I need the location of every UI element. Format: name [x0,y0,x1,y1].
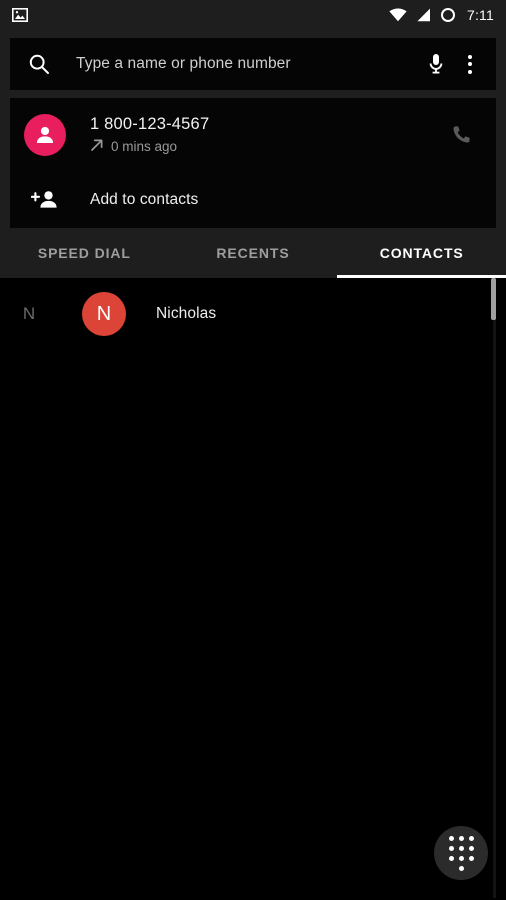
phone-call-icon[interactable] [440,123,482,147]
overflow-dot [468,54,472,59]
dialpad-icon [448,835,474,871]
recent-call-card: 1 800-123-4567 0 mins ago Add to contact… [10,98,496,228]
scrollbar-thumb[interactable] [491,278,496,320]
wifi-icon [389,8,407,22]
dialpad-dot [448,855,454,861]
dialpad-dot [458,835,464,841]
add-to-contacts-row[interactable]: Add to contacts [10,172,496,228]
status-clock: 7:11 [466,7,494,23]
overflow-dot [468,62,472,66]
dialpad-dot [448,835,454,841]
search-input[interactable]: Type a name or phone number [76,55,418,73]
call-subtitle: 0 mins ago [90,138,440,155]
battery-circle-icon [440,7,456,23]
status-bar-right: 7:11 [389,7,494,23]
microphone-icon[interactable] [418,52,454,76]
dialpad-dot [468,835,474,841]
contacts-list: N N Nicholas [0,278,506,898]
avatar [24,114,66,156]
call-info: 1 800-123-4567 0 mins ago [90,115,440,155]
person-icon [36,126,54,143]
dialpad-fab-button[interactable] [434,826,488,880]
section-header-letter: N [22,304,36,323]
tab-contacts-label: CONTACTS [379,245,464,261]
dialpad-dot [468,845,474,851]
dialpad-dot [468,855,474,861]
contact-name: Nicholas [156,305,217,322]
tab-bar: SPEED DIAL RECENTS CONTACTS [0,228,506,278]
status-bar: 7:11 [0,0,506,30]
dialpad-dot [458,865,464,871]
status-bar-left [12,7,28,23]
scrollbar-track[interactable] [493,278,496,898]
outgoing-call-arrow-icon [90,138,104,155]
tab-recents[interactable]: RECENTS [169,228,338,278]
add-to-contacts-label: Add to contacts [90,191,199,208]
tab-contacts[interactable]: CONTACTS [337,228,506,278]
avatar: N [82,292,126,336]
cellular-signal-icon [416,8,431,22]
search-bar[interactable]: Type a name or phone number [10,38,496,90]
tab-recents-label: RECENTS [216,245,290,261]
tab-speed-dial-label: SPEED DIAL [37,245,131,261]
overflow-menu-icon[interactable] [454,54,482,74]
recent-call-row[interactable]: 1 800-123-4567 0 mins ago [10,98,496,172]
dialpad-dot [458,855,464,861]
image-icon [12,7,28,23]
list-item[interactable]: N N Nicholas [0,278,506,350]
call-number: 1 800-123-4567 [90,115,210,133]
call-time: 0 mins ago [111,139,178,154]
overflow-dot [468,69,472,74]
dialpad-dot [458,845,464,851]
person-add-icon [24,188,66,212]
search-icon[interactable] [28,53,50,75]
top-region: Type a name or phone number 1 800-123-45… [0,30,506,228]
dialpad-dot [448,845,454,851]
tab-speed-dial[interactable]: SPEED DIAL [0,228,169,278]
